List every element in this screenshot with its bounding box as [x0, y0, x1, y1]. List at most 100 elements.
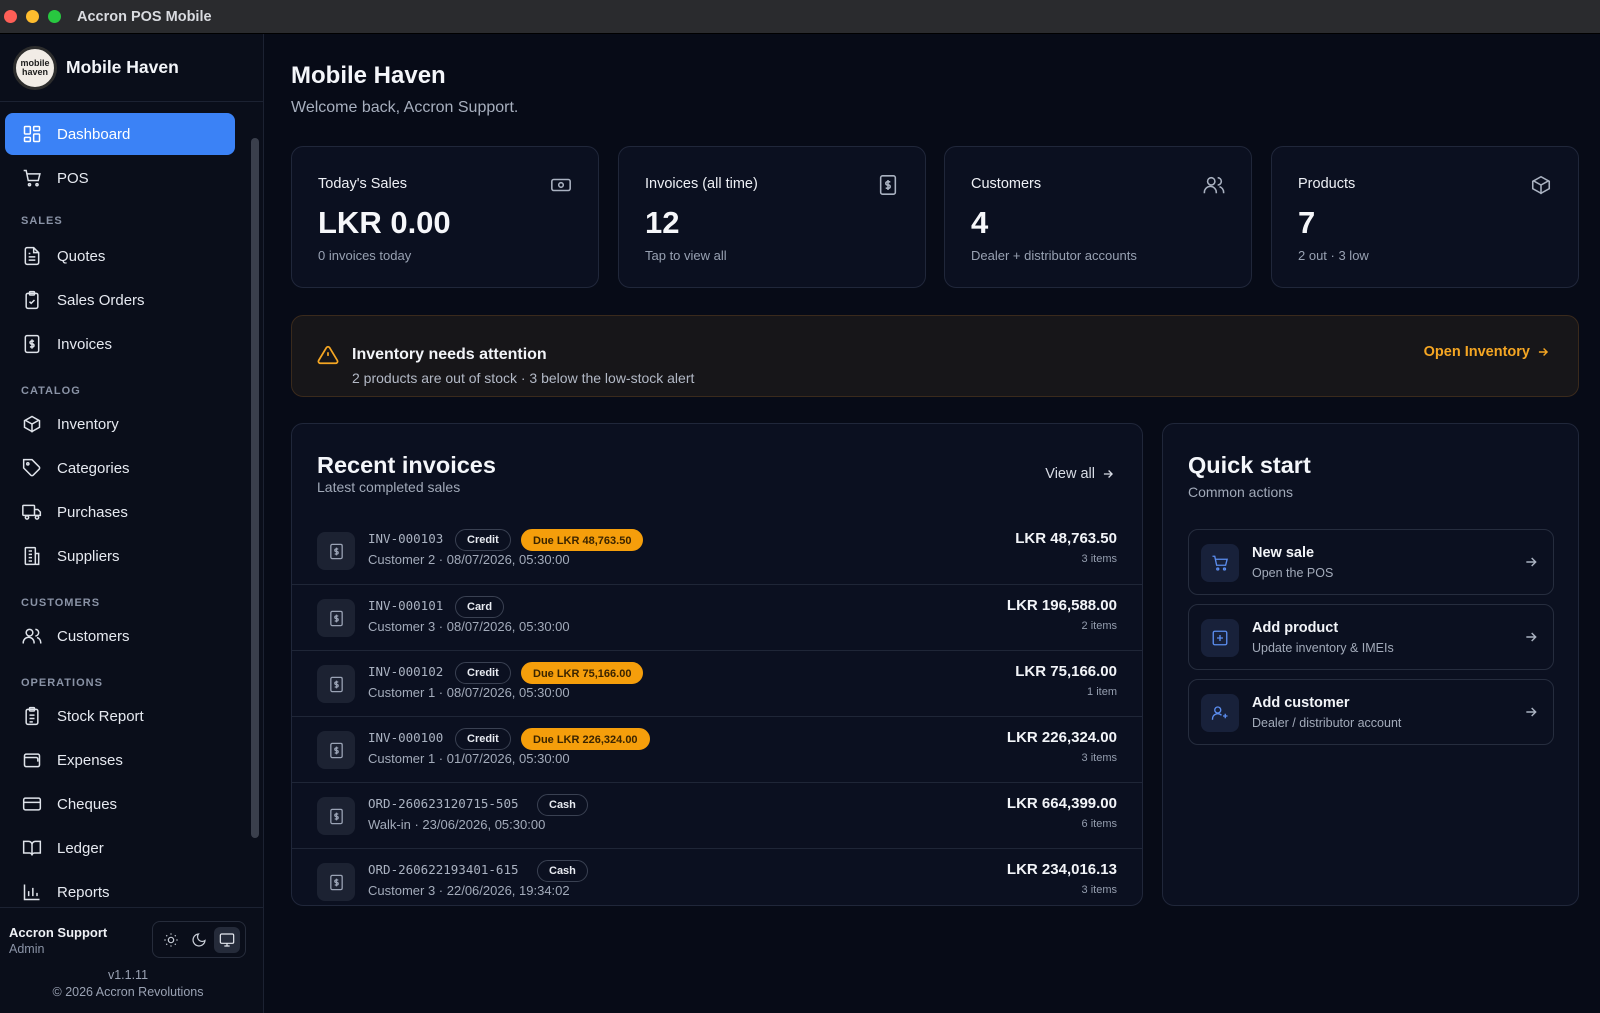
sidebar-item-reports[interactable]: Reports [5, 871, 235, 911]
table-row[interactable]: INV-000101 Card Customer 3 · 08/07/2026,… [292, 584, 1142, 650]
box-icon [1531, 175, 1551, 195]
window-title: Accron POS Mobile [77, 8, 212, 25]
recent-invoices-title: Recent invoices [317, 452, 496, 478]
wallet-icon [23, 753, 41, 768]
quick-start-panel: Quick start Common actions New sale Open… [1162, 423, 1579, 906]
plus-square-icon [1201, 619, 1239, 657]
page-title: Mobile Haven [291, 62, 446, 89]
table-row[interactable]: ORD-260622193401-615 Cash Customer 3 · 2… [292, 848, 1142, 905]
sidebar-item-suppliers[interactable]: Suppliers [5, 535, 235, 577]
sidebar-item-label: Quotes [57, 247, 106, 265]
invoice-items: 3 items [1081, 553, 1117, 565]
close-window-button[interactable] [4, 10, 17, 23]
users-icon [1203, 176, 1225, 194]
payment-method-badge: Cash [537, 794, 588, 816]
sidebar-item-cheques[interactable]: Cheques [5, 783, 235, 825]
app-version: v1.1.11 [107, 968, 149, 982]
stat-card-customers[interactable]: Customers 4 Dealer + distributor account… [944, 146, 1252, 288]
stat-label: Today's Sales [318, 176, 408, 192]
sidebar-item-categories[interactable]: Categories [5, 447, 235, 489]
sun-icon [164, 932, 178, 947]
dark-theme-button[interactable] [186, 927, 212, 953]
view-all-link[interactable]: View all [1045, 466, 1115, 482]
invoice-amount: LKR 196,588.00 [1006, 597, 1117, 614]
sidebar-item-label: Sales Orders [57, 291, 145, 309]
sidebar-item-inventory[interactable]: Inventory [5, 403, 235, 445]
sidebar: mobile haven Mobile Haven Dashboard POS … [0, 34, 264, 1013]
table-row[interactable]: INV-000100 Credit Due LKR 226,324.00 Cus… [292, 716, 1142, 782]
invoice-id: ORD-260623120715-505 [368, 796, 519, 811]
sidebar-item-sales-orders[interactable]: Sales Orders [5, 279, 235, 321]
sidebar-item-pos[interactable]: POS [5, 157, 235, 199]
payment-method-badge: Cash [537, 860, 588, 882]
stat-card-invoices[interactable]: Invoices (all time) 12 Tap to view all [618, 146, 926, 288]
invoice-items: 2 items [1081, 620, 1117, 632]
sidebar-item-label: Inventory [57, 415, 119, 433]
action-title: Add customer [1252, 695, 1350, 711]
payment-method-badge: Credit [455, 529, 511, 551]
system-theme-button[interactable] [214, 926, 240, 953]
truck-icon [22, 504, 42, 520]
action-subtitle: Open the POS [1252, 566, 1334, 580]
cart-icon [1201, 544, 1239, 582]
sidebar-item-stock-report[interactable]: Stock Report [5, 695, 235, 737]
tag-icon [22, 458, 41, 477]
invoice-icon [317, 599, 355, 637]
sidebar-item-expenses[interactable]: Expenses [5, 739, 235, 781]
sidebar-item-label: Invoices [57, 335, 113, 353]
sidebar-item-purchases[interactable]: Purchases [5, 491, 235, 533]
sidebar-item-dashboard[interactable]: Dashboard [5, 113, 235, 155]
add-product-button[interactable]: Add product Update inventory & IMEIs [1188, 604, 1554, 670]
theme-toggle [152, 921, 246, 958]
brand-name: Mobile Haven [66, 57, 179, 77]
sidebar-item-label: POS [57, 169, 89, 187]
invoice-meta: Customer 1 · 01/07/2026, 05:30:00 [368, 751, 570, 766]
sidebar-item-invoices[interactable]: Invoices [5, 323, 235, 365]
invoice-meta: Customer 2 · 08/07/2026, 05:30:00 [368, 552, 570, 567]
add-customer-button[interactable]: Add customer Dealer / distributor accoun… [1188, 679, 1554, 745]
open-inventory-link[interactable]: Open Inventory [1424, 344, 1550, 360]
dashboard-icon [23, 125, 41, 143]
sidebar-scrollbar[interactable] [251, 138, 259, 838]
clipboard-check-icon [25, 290, 39, 310]
stat-value: 4 [971, 205, 989, 240]
stat-value: 7 [1298, 205, 1316, 240]
invoice-amount: LKR 234,016.13 [1006, 861, 1117, 878]
table-row[interactable]: INV-000103 Credit Due LKR 48,763.50 Cust… [292, 518, 1142, 584]
table-row[interactable]: INV-000102 Credit Due LKR 75,166.00 Cust… [292, 650, 1142, 716]
invoice-items: 6 items [1081, 818, 1117, 830]
view-all-label: View all [1045, 466, 1095, 482]
quick-start-title: Quick start [1188, 452, 1311, 478]
minimize-window-button[interactable] [26, 10, 39, 23]
stat-card-todays-sales[interactable]: Today's Sales LKR 0.00 0 invoices today [291, 146, 599, 288]
recent-invoices-subtitle: Latest completed sales [317, 479, 461, 495]
cart-icon [23, 169, 41, 187]
light-theme-button[interactable] [158, 927, 184, 953]
moon-icon [192, 932, 206, 947]
sidebar-item-ledger[interactable]: Ledger [5, 827, 235, 869]
arrow-right-icon [1538, 348, 1549, 356]
new-sale-button[interactable]: New sale Open the POS [1188, 529, 1554, 595]
table-row[interactable]: ORD-260623120715-505 Cash Walk-in · 23/0… [292, 782, 1142, 848]
stat-card-products[interactable]: Products 7 2 out · 3 low [1271, 146, 1579, 288]
sidebar-item-customers[interactable]: Customers [5, 615, 235, 657]
arrow-right-icon [1103, 470, 1113, 478]
invoice-amount: LKR 48,763.50 [1015, 530, 1117, 547]
nav-section-customers: CUSTOMERS [21, 597, 101, 609]
invoice-amount: LKR 664,399.00 [1006, 795, 1117, 812]
sidebar-nav: Dashboard POS SALES Quotes Sales Orders … [0, 103, 250, 911]
invoice-icon [317, 665, 355, 703]
sidebar-item-label: Expenses [57, 751, 123, 769]
quick-start-subtitle: Common actions [1188, 484, 1294, 500]
alert-title: Inventory needs attention [352, 346, 547, 363]
box-icon [23, 415, 41, 433]
invoice-meta: Customer 1 · 08/07/2026, 05:30:00 [368, 685, 570, 700]
action-subtitle: Dealer / distributor account [1252, 716, 1402, 730]
user-plus-icon [1201, 694, 1239, 732]
user-name: Accron Support [9, 925, 108, 940]
recent-invoices-panel: Recent invoices Latest completed sales V… [291, 423, 1143, 906]
zoom-window-button[interactable] [48, 10, 61, 23]
sidebar-item-quotes[interactable]: Quotes [5, 235, 235, 277]
brand-logo: mobile haven [13, 45, 57, 90]
receipt-icon [879, 175, 897, 195]
